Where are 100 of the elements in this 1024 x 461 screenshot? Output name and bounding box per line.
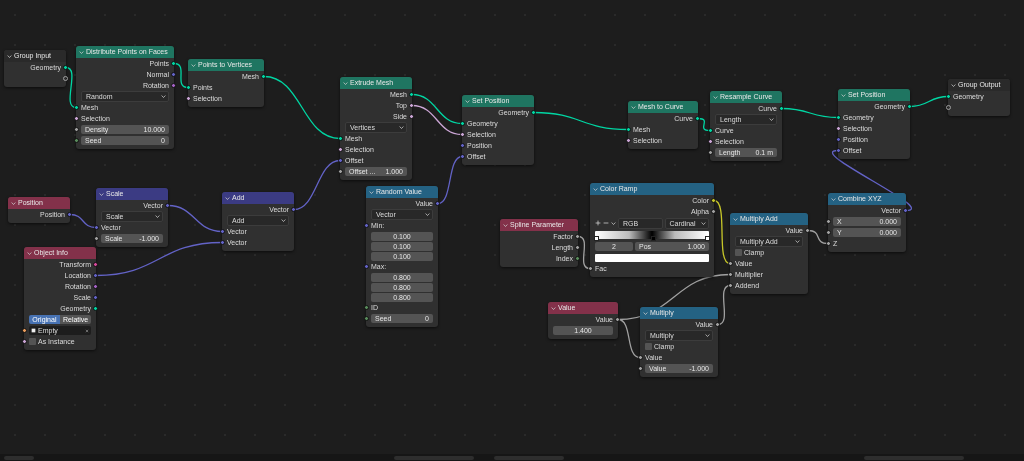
scrollbar[interactable]	[4, 455, 34, 460]
socket-dot[interactable]	[220, 240, 225, 245]
chevron-icon[interactable]	[951, 82, 956, 88]
socket-dot[interactable]	[531, 110, 536, 115]
chevron-icon[interactable]	[369, 189, 374, 195]
socket-dot[interactable]	[364, 223, 369, 228]
socket-dot[interactable]	[946, 94, 951, 99]
socket-dot[interactable]	[638, 355, 643, 360]
chevron-icon[interactable]	[643, 310, 648, 316]
socket-dot[interactable]	[728, 272, 733, 277]
socket-dot[interactable]	[338, 136, 343, 141]
socket-dot[interactable]	[94, 236, 99, 241]
chevron-icon[interactable]	[27, 250, 32, 256]
socket-dot[interactable]	[364, 305, 369, 310]
socket-dot[interactable]	[836, 148, 841, 153]
socket-dot[interactable]	[805, 228, 810, 233]
socket-dot[interactable]	[409, 92, 414, 97]
socket-dot[interactable]	[826, 219, 831, 224]
socket-dot[interactable]	[836, 137, 841, 142]
socket-dot[interactable]	[338, 147, 343, 152]
socket-dot[interactable]	[165, 203, 170, 208]
socket-dot[interactable]	[93, 262, 98, 267]
socket-dot[interactable]	[220, 229, 225, 234]
socket-dot[interactable]	[626, 138, 631, 143]
chevron-icon[interactable]	[465, 98, 470, 104]
add-icon[interactable]	[595, 220, 601, 226]
socket-dot[interactable]	[364, 316, 369, 321]
chevron-icon[interactable]	[7, 53, 12, 59]
socket-dot[interactable]	[626, 127, 631, 132]
chevron-icon[interactable]	[399, 125, 404, 130]
chevron-icon[interactable]	[191, 62, 196, 68]
socket-dot[interactable]	[171, 83, 176, 88]
socket-dot[interactable]	[575, 245, 580, 250]
chevron-icon[interactable]	[769, 117, 774, 122]
socket-dot[interactable]	[575, 256, 580, 261]
socket-dot[interactable]	[74, 116, 79, 121]
socket-dot[interactable]	[711, 209, 716, 214]
chevron-icon[interactable]	[161, 94, 166, 99]
socket-dot[interactable]	[74, 105, 79, 110]
socket-dot[interactable]	[435, 201, 440, 206]
socket-dot[interactable]	[460, 121, 465, 126]
socket-dot[interactable]	[22, 339, 27, 344]
chevron-icon[interactable]	[99, 191, 104, 197]
socket-dot[interactable]	[728, 261, 733, 266]
socket-dot[interactable]	[836, 115, 841, 120]
socket-dot[interactable]	[460, 132, 465, 137]
socket-dot[interactable]	[93, 295, 98, 300]
socket-dot[interactable]	[588, 266, 593, 271]
socket-dot[interactable]	[74, 127, 79, 132]
chevron-icon[interactable]	[733, 216, 738, 222]
socket-dot[interactable]	[708, 150, 713, 155]
socket-dot[interactable]	[409, 103, 414, 108]
socket-dot[interactable]	[907, 104, 912, 109]
chevron-icon[interactable]	[713, 94, 718, 100]
socket-dot[interactable]	[826, 230, 831, 235]
chevron-icon[interactable]	[705, 333, 710, 338]
socket-dot[interactable]	[171, 72, 176, 77]
socket-dot[interactable]	[186, 85, 191, 90]
color-ramp-drawing[interactable]	[595, 231, 709, 239]
chevron-icon[interactable]	[281, 218, 286, 223]
chevron-icon[interactable]	[593, 186, 598, 192]
chevron-icon[interactable]	[795, 239, 800, 244]
chevron-icon[interactable]	[425, 212, 430, 217]
socket-dot[interactable]	[779, 106, 784, 111]
socket-dot[interactable]	[67, 212, 72, 217]
socket-dot[interactable]	[93, 306, 98, 311]
socket-dot[interactable]	[364, 264, 369, 269]
socket-dot[interactable]	[903, 208, 908, 213]
socket-dot[interactable]	[638, 366, 643, 371]
socket-dot[interactable]	[186, 96, 191, 101]
socket-dot[interactable]	[715, 322, 720, 327]
scrollbar[interactable]	[494, 455, 564, 460]
socket-dot[interactable]	[460, 154, 465, 159]
socket-dot[interactable]	[728, 283, 733, 288]
checkbox[interactable]	[735, 249, 742, 256]
socket-dot[interactable]	[261, 74, 266, 79]
chevron-icon[interactable]	[155, 214, 160, 219]
chevron-icon[interactable]	[503, 222, 508, 228]
chevron-icon[interactable]	[631, 104, 636, 110]
socket-dot[interactable]	[615, 317, 620, 322]
socket-dot[interactable]	[338, 158, 343, 163]
socket-dot[interactable]	[94, 225, 99, 230]
socket-dot[interactable]	[708, 139, 713, 144]
scrollbar[interactable]	[864, 455, 964, 460]
socket-dot[interactable]	[93, 284, 98, 289]
socket-dot[interactable]	[460, 143, 465, 148]
checkbox[interactable]	[645, 343, 652, 350]
socket-dot[interactable]	[171, 61, 176, 66]
chevron-icon[interactable]	[701, 220, 706, 226]
scrollbar[interactable]	[394, 455, 474, 460]
socket-dot[interactable]	[409, 114, 414, 119]
checkbox[interactable]	[29, 338, 36, 345]
socket-dot[interactable]	[826, 241, 831, 246]
socket-dot[interactable]	[695, 116, 700, 121]
socket-dot[interactable]	[22, 328, 27, 333]
chevron-icon[interactable]	[841, 92, 846, 98]
chevron-icon[interactable]	[551, 305, 556, 311]
socket-dot[interactable]	[836, 126, 841, 131]
chevron-icon[interactable]	[11, 200, 16, 206]
socket-dot[interactable]	[711, 198, 716, 203]
